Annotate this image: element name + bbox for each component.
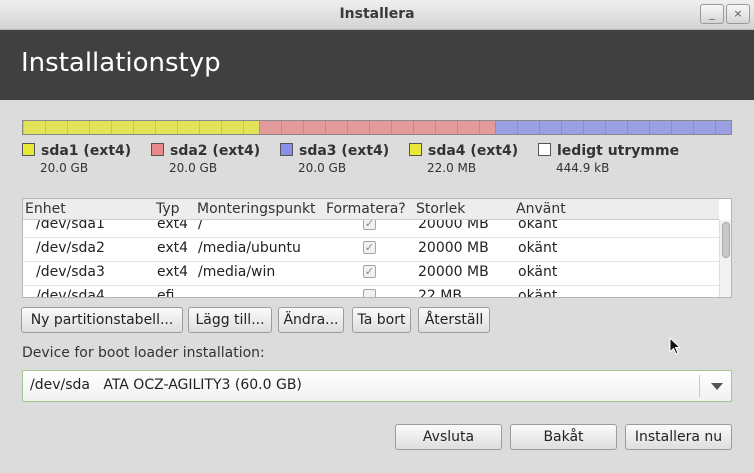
- format-checkbox[interactable]: [363, 289, 376, 297]
- legend-name: sda4 (ext4): [428, 143, 519, 159]
- legend-item: sda2 (ext4) 20.0 GB: [151, 143, 260, 175]
- cell-type: ext4: [157, 240, 189, 256]
- cell-used: okänt: [518, 240, 558, 256]
- cell-mount: /media/win: [198, 264, 276, 280]
- cell-type: efi: [157, 288, 175, 298]
- format-checkbox[interactable]: ✓: [363, 220, 376, 230]
- legend-item: sda1 (ext4) 20.0 GB: [22, 143, 131, 175]
- cell-size: 20000 MB: [418, 220, 489, 232]
- page-header: Installationstyp: [0, 30, 754, 100]
- cell-size: 22 MB: [418, 288, 462, 298]
- header-storlek[interactable]: Storlek: [416, 201, 465, 217]
- cell-device: /dev/sda3: [36, 264, 105, 280]
- bootloader-device-select[interactable]: /dev/sda ATA OCZ-AGILITY3 (60.0 GB): [22, 370, 732, 402]
- table-header: Enhet Typ Monteringspunkt Formatera? Sto…: [23, 199, 719, 220]
- legend-name: sda1 (ext4): [41, 143, 132, 159]
- close-icon: ×: [733, 7, 743, 20]
- partition-bar-segment: [23, 121, 259, 134]
- cell-type: ext4: [157, 220, 189, 232]
- table-scrollbar[interactable]: [719, 220, 731, 297]
- install-now-button[interactable]: Installera nu: [625, 424, 732, 450]
- window-title: Installera: [339, 6, 415, 22]
- legend-swatch: [409, 143, 422, 156]
- minimize-button[interactable]: _: [700, 4, 724, 24]
- legend-swatch: [280, 143, 293, 156]
- bootloader-label: Device for boot loader installation:: [22, 345, 265, 361]
- table-row[interactable]: /dev/sda3 ext4/media/win ✓ 20000 MB okänt: [23, 261, 719, 286]
- scrollbar-thumb[interactable]: [722, 222, 730, 258]
- chevron-down-icon[interactable]: [711, 383, 723, 390]
- new-partition-table-button[interactable]: Ny partitionstabell...: [21, 307, 183, 333]
- partition-table[interactable]: Enhet Typ Monteringspunkt Formatera? Sto…: [22, 198, 732, 298]
- combo-separator: [699, 375, 700, 397]
- legend-swatch: [538, 143, 551, 156]
- cell-device: /dev/sda1: [36, 220, 105, 232]
- legend-item: sda3 (ext4) 20.0 GB: [280, 143, 389, 175]
- legend-item: ledigt utrymme 444.9 kB: [538, 143, 679, 175]
- header-formatera[interactable]: Formatera?: [326, 201, 406, 217]
- close-button[interactable]: ×: [726, 4, 750, 24]
- cell-size: 20000 MB: [418, 264, 489, 280]
- partition-bar: [22, 120, 732, 135]
- legend-name: sda2 (ext4): [170, 143, 261, 159]
- table-row[interactable]: /dev/sda1 ext4 / ✓ 20000 MB okänt: [23, 220, 719, 238]
- table-row[interactable]: /dev/sda2 ext4/media/ubuntu ✓ 20000 MB okänt: [23, 237, 719, 262]
- header-monteringspunkt[interactable]: Monteringspunkt: [197, 201, 316, 217]
- cell-device: /dev/sda4: [36, 288, 105, 298]
- legend-swatch: [22, 143, 35, 156]
- header-typ[interactable]: Typ: [156, 201, 180, 217]
- legend-size: 22.0 MB: [427, 161, 477, 175]
- format-checkbox[interactable]: ✓: [363, 241, 376, 254]
- partition-bar-segment: [494, 121, 731, 134]
- header-anvant[interactable]: Använt: [516, 201, 566, 217]
- bootloader-device-value: /dev/sda ATA OCZ-AGILITY3 (60.0 GB): [30, 377, 302, 393]
- format-checkbox[interactable]: ✓: [363, 265, 376, 278]
- title-bar: Installera _ ×: [0, 0, 754, 30]
- legend-size: 20.0 GB: [169, 161, 218, 175]
- legend-size: 20.0 GB: [40, 161, 89, 175]
- table-row[interactable]: /dev/sda4 efi 22 MB okänt: [23, 285, 719, 298]
- delete-partition-button[interactable]: Ta bort: [352, 307, 411, 333]
- legend-name: ledigt utrymme: [557, 143, 680, 159]
- revert-button[interactable]: Återställ: [418, 307, 490, 333]
- cell-mount: /: [198, 220, 203, 232]
- partition-bar-segment: [258, 121, 495, 134]
- legend-item: sda4 (ext4) 22.0 MB: [409, 143, 518, 175]
- cell-size: 20000 MB: [418, 240, 489, 256]
- legend-size: 20.0 GB: [298, 161, 347, 175]
- page-title: Installationstyp: [21, 48, 221, 78]
- legend-swatch: [151, 143, 164, 156]
- legend-name: sda3 (ext4): [299, 143, 390, 159]
- cell-mount: /media/ubuntu: [198, 240, 301, 256]
- cell-device: /dev/sda2: [36, 240, 105, 256]
- cell-type: ext4: [157, 264, 189, 280]
- quit-button[interactable]: Avsluta: [395, 424, 502, 450]
- back-button[interactable]: Bakåt: [510, 424, 617, 450]
- table-rows: /dev/sda1 ext4 / ✓ 20000 MB okänt/dev/sda2 ext…: [23, 220, 719, 298]
- mouse-cursor-icon: [669, 337, 681, 355]
- add-partition-button[interactable]: Lägg till...: [188, 307, 272, 333]
- change-partition-button[interactable]: Ändra...: [278, 307, 344, 333]
- minimize-icon: _: [709, 7, 715, 20]
- header-enhet[interactable]: Enhet: [25, 201, 66, 217]
- legend-size: 444.9 kB: [556, 161, 610, 175]
- cell-used: okänt: [518, 220, 558, 232]
- cell-used: okänt: [518, 288, 558, 298]
- cell-used: okänt: [518, 264, 558, 280]
